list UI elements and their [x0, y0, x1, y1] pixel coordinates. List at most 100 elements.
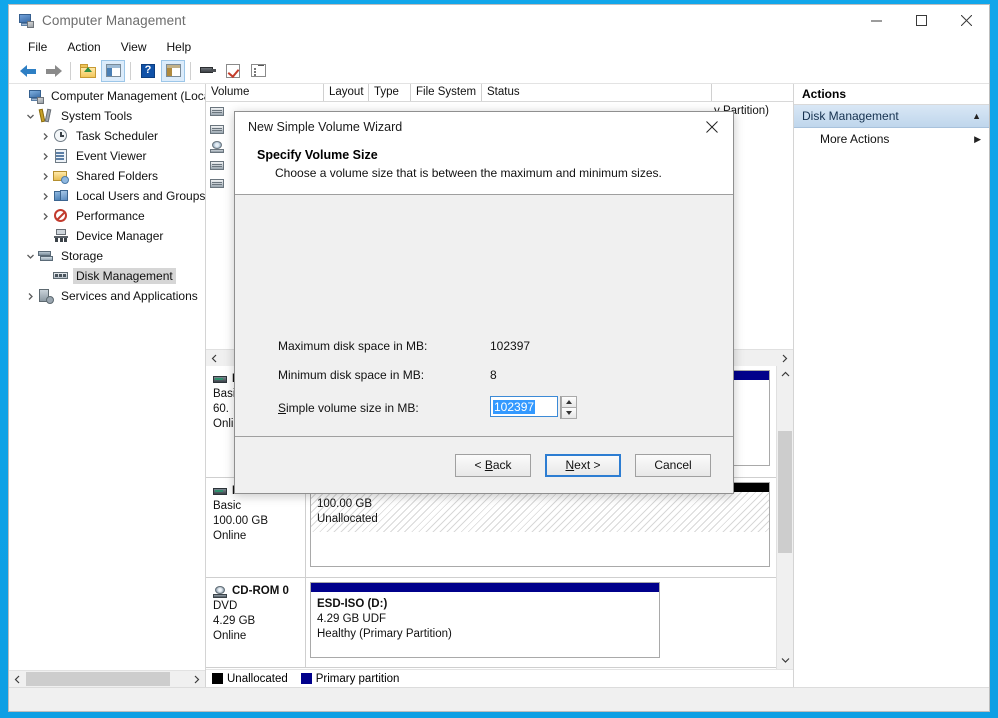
chevron-right-icon[interactable]: [37, 212, 53, 221]
field-minimum-disk-space: Minimum disk space in MB: 8: [278, 368, 497, 382]
scroll-thumb[interactable]: [778, 431, 792, 553]
chevron-right-icon[interactable]: [37, 152, 53, 161]
disk-icon: [210, 124, 225, 135]
list-view-icon: [250, 64, 266, 77]
clock-icon: [53, 128, 69, 144]
disk-button[interactable]: [196, 60, 220, 82]
volume-size-input[interactable]: 102397: [490, 396, 558, 417]
scroll-down-button[interactable]: [777, 652, 793, 669]
actions-group-label: Disk Management: [802, 109, 899, 123]
partition-size: 4.29 GB UDF: [317, 613, 387, 625]
tree-item-performance[interactable]: Performance: [9, 206, 205, 226]
column-header-volume[interactable]: Volume: [206, 84, 324, 101]
legend-label: Unallocated: [227, 672, 288, 685]
help-button[interactable]: ?: [136, 60, 160, 82]
scroll-left-button[interactable]: [9, 671, 26, 687]
check-button[interactable]: [221, 60, 245, 82]
console-tree-pane: Computer Management (Local System Tools: [9, 84, 206, 687]
tree-item-device-manager[interactable]: Device Manager: [9, 226, 205, 246]
partition-esd-iso[interactable]: ESD-ISO (D:) 4.29 GB UDF Healthy (Primar…: [310, 582, 660, 658]
legend-item-primary-partition: Primary partition: [300, 673, 399, 685]
scroll-up-button[interactable]: [777, 366, 793, 383]
scroll-right-button[interactable]: [188, 671, 205, 687]
tree-item-event-viewer[interactable]: Event Viewer: [9, 146, 205, 166]
chevron-right-icon[interactable]: [37, 192, 53, 201]
dialog-close-button[interactable]: [691, 112, 733, 142]
sidebar-item-disk-management[interactable]: Disk Management: [9, 266, 205, 286]
disk-icon: [200, 65, 216, 76]
disk-icon: [213, 375, 228, 384]
stepper-buttons[interactable]: [560, 396, 577, 419]
minimize-button[interactable]: [854, 5, 899, 35]
tree-item-storage[interactable]: Storage: [9, 246, 205, 266]
tree-label: Storage: [61, 249, 104, 263]
scroll-thumb[interactable]: [26, 672, 170, 686]
actions-group-disk-management[interactable]: Disk Management ▲: [794, 105, 989, 128]
menu-help[interactable]: Help: [157, 37, 202, 57]
dialog-content: Maximum disk space in MB: 102397 Minimum…: [235, 195, 733, 436]
dialog-subheading: Choose a volume size that is between the…: [275, 166, 662, 180]
chevron-right-icon[interactable]: [37, 172, 53, 181]
show-console-tree-button[interactable]: [101, 59, 125, 82]
stepper-down-button[interactable]: [561, 408, 577, 419]
computer-icon: [28, 88, 44, 104]
partition-unallocated[interactable]: 100.00 GB Unallocated: [310, 482, 770, 567]
tree-item-task-scheduler[interactable]: Task Scheduler: [9, 126, 205, 146]
field-value: 102397: [490, 339, 531, 353]
window-controls: [854, 5, 989, 35]
graphical-view-vertical-scrollbar[interactable]: [776, 366, 793, 669]
scroll-right-button[interactable]: [776, 350, 793, 366]
status-bar: [9, 687, 989, 711]
chevron-right-icon[interactable]: [22, 292, 38, 301]
scroll-left-button[interactable]: [206, 350, 223, 366]
tree-item-system-tools[interactable]: System Tools: [9, 106, 205, 126]
column-header-layout[interactable]: Layout: [324, 84, 369, 101]
tools-icon: [38, 108, 54, 124]
column-header-type[interactable]: Type: [369, 84, 411, 101]
maximize-button[interactable]: [899, 5, 944, 35]
actions-title: Actions: [794, 84, 989, 105]
back-button[interactable]: < Back: [455, 453, 531, 477]
scroll-track[interactable]: [777, 383, 793, 652]
list-view-button[interactable]: [246, 60, 270, 82]
scroll-track[interactable]: [26, 671, 188, 687]
next-button[interactable]: Next >: [545, 453, 621, 477]
menu-file[interactable]: File: [18, 37, 57, 57]
close-button[interactable]: [944, 5, 989, 35]
up-one-level-button[interactable]: [76, 60, 100, 82]
chevron-down-icon[interactable]: [22, 252, 38, 261]
column-header-status[interactable]: Status: [482, 84, 712, 101]
chevron-down-icon[interactable]: [22, 112, 38, 121]
tree-item-local-users-and-groups[interactable]: Local Users and Groups: [9, 186, 205, 206]
disk-row-cdrom0[interactable]: CD-ROM 0 DVD 4.29 GB Online ESD-ISO (D:)…: [206, 578, 776, 668]
tree-horizontal-scrollbar[interactable]: [9, 670, 205, 687]
partition-details: 100.00 GB Unallocated: [311, 492, 769, 532]
stepper-up-button[interactable]: [561, 396, 577, 408]
menu-action[interactable]: Action: [57, 37, 110, 57]
back-button[interactable]: [16, 60, 40, 82]
tree-item-computer-management[interactable]: Computer Management (Local: [9, 86, 205, 106]
action-label: More Actions: [820, 132, 890, 146]
device-manager-icon: [53, 228, 69, 244]
users-icon: [53, 188, 69, 204]
forward-button[interactable]: [41, 60, 65, 82]
tree-item-services-and-applications[interactable]: Services and Applications: [9, 286, 205, 306]
chevron-right-icon[interactable]: [37, 132, 53, 141]
tree-label: Computer Management (Local: [51, 89, 205, 103]
menu-view[interactable]: View: [111, 37, 157, 57]
help-icon: ?: [141, 63, 155, 78]
tree-item-shared-folders[interactable]: Shared Folders: [9, 166, 205, 186]
actions-pane: Actions Disk Management ▲ More Actions ▶: [794, 84, 989, 687]
chevron-up-icon[interactable]: ▲: [972, 111, 981, 121]
column-header-file-system[interactable]: File System: [411, 84, 482, 101]
volume-size-value[interactable]: 102397: [491, 397, 557, 416]
chevron-right-icon[interactable]: ▶: [974, 134, 981, 145]
volume-size-stepper[interactable]: 102397: [490, 396, 577, 419]
action-more-actions[interactable]: More Actions ▶: [794, 128, 989, 150]
cancel-button[interactable]: Cancel: [635, 453, 711, 477]
properties-button[interactable]: [161, 59, 185, 82]
dialog-title: New Simple Volume Wizard: [248, 120, 403, 134]
dialog-titlebar: New Simple Volume Wizard: [235, 112, 733, 142]
services-icon: [38, 288, 54, 304]
up-folder-icon: [80, 63, 96, 78]
